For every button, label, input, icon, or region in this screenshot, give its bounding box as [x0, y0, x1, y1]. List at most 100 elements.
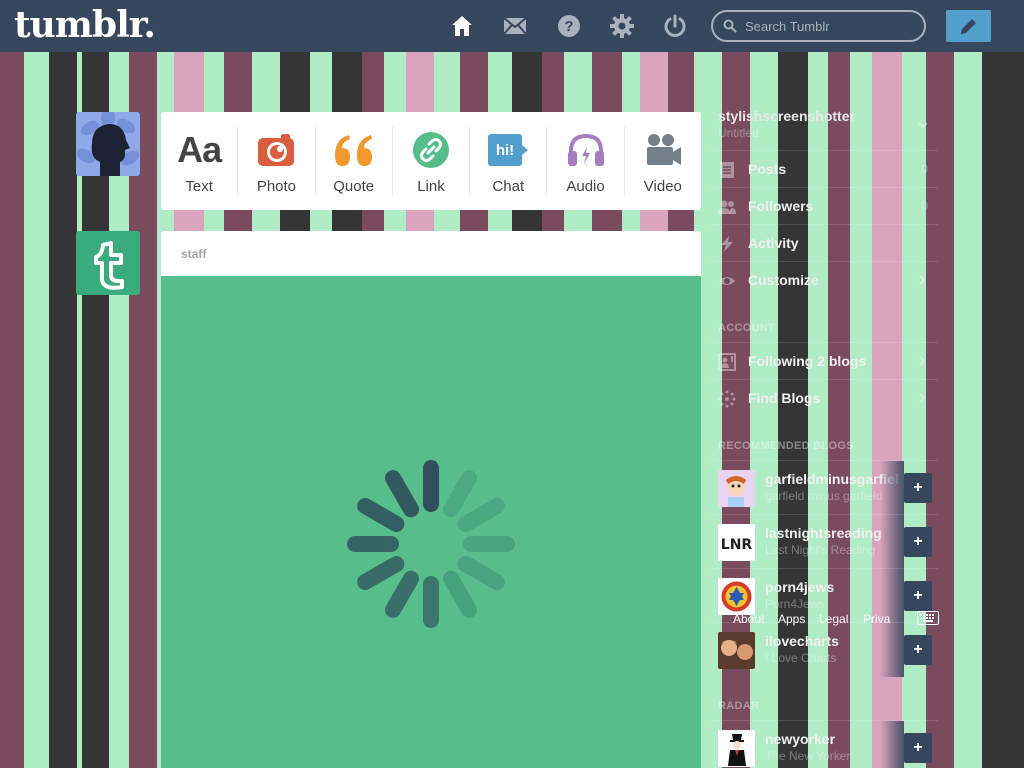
- sidebar-item-label: Followers: [748, 198, 814, 214]
- blog-avatar[interactable]: LNR: [718, 524, 755, 561]
- post-type-chat[interactable]: hi! Chat: [470, 126, 548, 196]
- blog-title: I Love Charts: [765, 651, 837, 665]
- sidebar-item-label: Following 2 blogs: [748, 353, 867, 369]
- blog-avatar[interactable]: [718, 470, 755, 507]
- post-type-photo[interactable]: Photo: [238, 126, 316, 196]
- follow-button[interactable]: +: [904, 527, 932, 557]
- follow-button[interactable]: +: [904, 581, 932, 611]
- footer-link-legal[interactable]: Legal: [819, 612, 848, 626]
- search-icon: [723, 19, 737, 33]
- video-camera-icon: [646, 134, 681, 165]
- footer-link-privacy[interactable]: Privacy: [863, 612, 891, 626]
- sidebar-item-activity[interactable]: Activity: [708, 224, 938, 261]
- post-header: staff: [161, 231, 701, 276]
- power-icon[interactable]: [663, 14, 687, 38]
- recommended-blog[interactable]: ilovecharts I Love Charts +: [708, 622, 938, 677]
- blog-avatar[interactable]: [718, 632, 755, 669]
- link-icon: [412, 132, 449, 168]
- keyboard-icon[interactable]: [917, 611, 939, 625]
- blog-title: garfield minus garfield: [765, 489, 883, 503]
- sidebar-item-followers[interactable]: Followers 0: [708, 187, 938, 224]
- blog-title: Untitled: [718, 126, 759, 140]
- spinner-segment: [457, 556, 505, 590]
- lnr-logo-text: LNR: [721, 537, 753, 553]
- post-type-label: Photo: [256, 178, 297, 195]
- plus-icon: +: [913, 641, 923, 658]
- search-box[interactable]: [711, 10, 926, 42]
- posts-count: 0: [921, 162, 928, 176]
- plus-icon: +: [913, 533, 923, 550]
- spinner-segment: [357, 498, 405, 532]
- headphones-icon: [567, 133, 604, 166]
- svg-text:?: ?: [564, 18, 573, 35]
- recommended-blog[interactable]: garfieldminusgarfield garfield minus gar…: [708, 460, 938, 515]
- top-navigation-bar: tumblr. ?: [0, 0, 1024, 52]
- home-icon[interactable]: [450, 14, 474, 38]
- chevron-down-icon: [918, 122, 928, 129]
- post-type-label: Audio: [566, 178, 605, 195]
- chevron-right-icon: [919, 356, 926, 366]
- recommended-blog[interactable]: LNR lastnightsreading Last Night's Readi…: [708, 514, 938, 569]
- spinner-segment: [443, 470, 477, 518]
- compose-button[interactable]: [946, 10, 991, 42]
- chevron-right-icon: [919, 393, 926, 403]
- radar-heading: RADAR: [718, 700, 760, 712]
- post-type-audio[interactable]: Audio: [547, 126, 625, 196]
- sidebar-item-label: Activity: [748, 235, 799, 251]
- posts-icon: [720, 162, 734, 178]
- radar-blog[interactable]: newyorker The New Yorker +: [708, 720, 938, 768]
- background-stripe: [24, 52, 49, 768]
- camera-icon: [258, 134, 295, 166]
- post-content: [161, 276, 701, 768]
- settings-icon[interactable]: [610, 14, 634, 38]
- background-stripe: [954, 52, 982, 768]
- mail-icon[interactable]: [503, 14, 527, 38]
- blog-title: Porn4Jews: [765, 597, 825, 611]
- find-blogs-icon: [718, 390, 736, 408]
- footer-link-about[interactable]: About: [733, 612, 764, 626]
- blog-avatar[interactable]: [718, 730, 755, 767]
- text-icon: Aa: [177, 129, 222, 170]
- following-icon: [718, 353, 736, 371]
- post-type-text[interactable]: Aa Text: [161, 126, 239, 196]
- blog-avatar[interactable]: [718, 578, 755, 615]
- sidebar-item-label: Posts: [748, 161, 787, 177]
- lightning-icon: [721, 236, 733, 252]
- sidebar-item-customize[interactable]: Customize: [708, 261, 938, 298]
- sidebar-item-find-blogs[interactable]: Find Blogs: [708, 379, 938, 416]
- sidebar-item-label: Customize: [748, 272, 819, 288]
- staff-avatar[interactable]: [76, 231, 140, 295]
- tumblr-logo[interactable]: tumblr.: [14, 4, 156, 46]
- spinner-segment: [357, 556, 405, 590]
- post-type-label: Link: [417, 178, 445, 195]
- chevron-right-icon: [919, 275, 926, 285]
- quote-icon: [334, 135, 372, 166]
- blog-name: stylishscreenshotter: [718, 108, 855, 124]
- follow-button[interactable]: +: [904, 473, 932, 503]
- spinner-segment: [443, 570, 478, 618]
- post-type-label: Text: [185, 178, 213, 195]
- follow-button[interactable]: +: [904, 733, 932, 763]
- spinner-segment: [385, 470, 419, 518]
- user-avatar[interactable]: [76, 112, 140, 176]
- eye-icon: [719, 277, 735, 285]
- post-type-link[interactable]: Link: [393, 126, 471, 196]
- post-type-label: Video: [643, 178, 682, 195]
- chat-icon: hi!: [488, 134, 529, 166]
- post-type-video[interactable]: Video: [625, 126, 701, 196]
- sidebar-item-posts[interactable]: Posts 0: [708, 150, 938, 187]
- post-author[interactable]: staff: [181, 247, 206, 261]
- search-input[interactable]: [745, 17, 915, 35]
- help-icon[interactable]: ?: [557, 14, 581, 38]
- post-type-label: Chat: [492, 178, 525, 195]
- sidebar-item-following[interactable]: Following 2 blogs: [708, 342, 938, 379]
- pencil-icon: [961, 19, 976, 34]
- background-stripe: [982, 52, 1024, 768]
- loading-spinner-icon: [347, 460, 515, 628]
- blog-title: The New Yorker: [765, 749, 851, 763]
- post-type-quote[interactable]: Quote: [316, 126, 393, 196]
- footer-link-apps[interactable]: Apps: [778, 612, 805, 626]
- blog-switcher[interactable]: stylishscreenshotter Untitled: [708, 100, 938, 150]
- plus-icon: +: [913, 739, 923, 756]
- follow-button[interactable]: +: [904, 635, 932, 665]
